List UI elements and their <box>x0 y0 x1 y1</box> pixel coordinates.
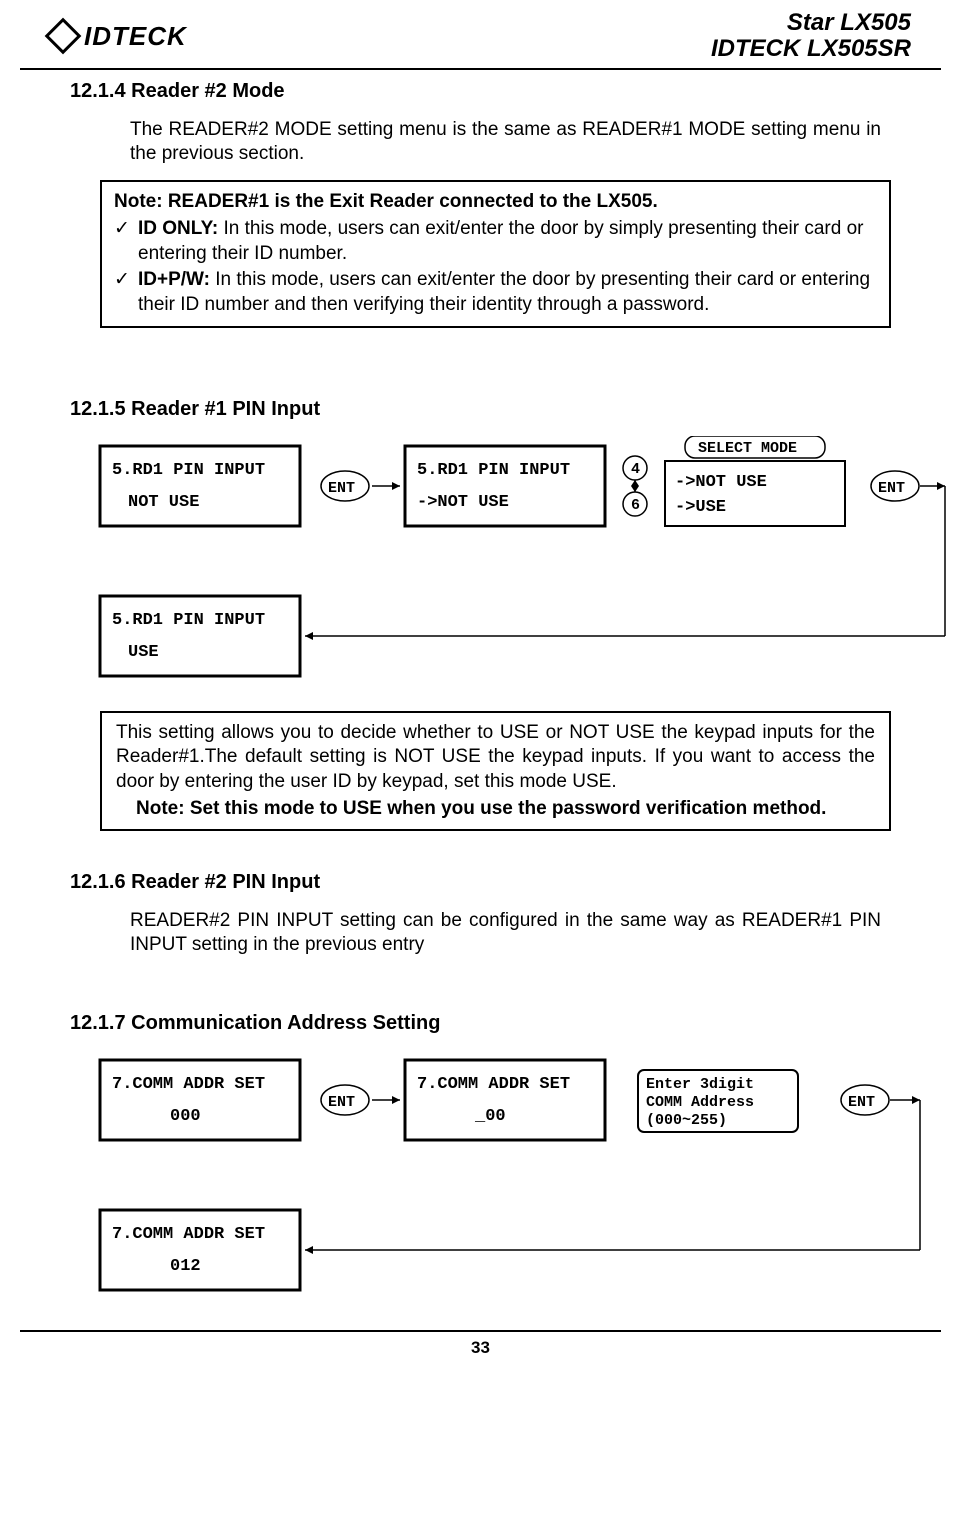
key-4: 4 <box>631 461 640 478</box>
note-box-pin-input: This setting allows you to decide whethe… <box>100 711 891 832</box>
logo-left-text: IDTECK <box>84 21 187 52</box>
hint-l3: (000~255) <box>646 1112 727 1129</box>
ent-button-1: ENT <box>328 480 355 497</box>
logo-left: IDTECK <box>50 21 187 52</box>
diagram-comm-addr: 7.COMM ADDR SET 000 ENT 7.COMM ADDR SET … <box>90 1050 891 1310</box>
lcd-c-box1-l1: 7.COMM ADDR SET <box>112 1075 265 1094</box>
diagram-pin-input: 5.RD1 PIN INPUT NOT USE ENT 5.RD1 PIN IN… <box>90 436 891 696</box>
id-only-desc: In this mode, users can exit/enter the d… <box>138 218 864 264</box>
check-icon: ✓ <box>114 217 138 266</box>
lcd-box3-l1: 5.RD1 PIN INPUT <box>112 611 265 630</box>
page-number: 33 <box>471 1338 490 1357</box>
note-box-reader1: Note: READER#1 is the Exit Reader connec… <box>100 180 891 327</box>
heading-12-1-6: 12.1.6 Reader #2 PIN Input <box>70 871 911 894</box>
heading-12-1-4: 12.1.4 Reader #2 Mode <box>70 80 911 103</box>
id-pw-label: ID+P/W: <box>138 269 215 290</box>
logo-right-line1: Star LX505 <box>711 10 911 36</box>
ent-button-2: ENT <box>878 480 905 497</box>
select-mode-label: SELECT MODE <box>698 440 797 457</box>
note-pin-bold: Note: Set this mode to USE when you use … <box>136 797 875 822</box>
ent-button-c2: ENT <box>848 1094 875 1111</box>
lcd-c-box2-l1: 7.COMM ADDR SET <box>417 1075 570 1094</box>
page-header: IDTECK Star LX505 IDTECK LX505SR <box>20 0 941 70</box>
hint-l1: Enter 3digit <box>646 1076 754 1093</box>
body-12-1-6: READER#2 PIN INPUT setting can be config… <box>130 909 881 957</box>
hint-l2: COMM Address <box>646 1094 754 1111</box>
lcd-box1-l1: 5.RD1 PIN INPUT <box>112 461 265 480</box>
logo-right: Star LX505 IDTECK LX505SR <box>711 10 911 63</box>
key-6: 6 <box>631 497 640 514</box>
logo-right-line2: IDTECK LX505SR <box>711 36 911 62</box>
lcd-c-box1-l2: 000 <box>170 1107 201 1126</box>
check-icon: ✓ <box>114 268 138 317</box>
page-footer: 33 <box>20 1330 941 1364</box>
diamond-icon <box>45 18 82 55</box>
opt-use: ->USE <box>675 498 726 517</box>
lcd-c-box3-l2: 012 <box>170 1257 201 1276</box>
lcd-box3-l2: USE <box>128 643 159 662</box>
note-pin-body: This setting allows you to decide whethe… <box>116 722 875 792</box>
opt-not-use: ->NOT USE <box>675 473 767 492</box>
body-12-1-4: The READER#2 MODE setting menu is the sa… <box>130 118 881 166</box>
id-pw-desc: In this mode, users can exit/enter the d… <box>138 269 870 315</box>
lcd-c-box2-l2: _00 <box>474 1107 506 1126</box>
id-only-label: ID ONLY: <box>138 218 224 239</box>
heading-12-1-7: 12.1.7 Communication Address Setting <box>70 1012 911 1035</box>
lcd-box1-l2: NOT USE <box>128 493 199 512</box>
lcd-c-box3-l1: 7.COMM ADDR SET <box>112 1225 265 1244</box>
heading-12-1-5: 12.1.5 Reader #1 PIN Input <box>70 398 911 421</box>
ent-button-c1: ENT <box>328 1094 355 1111</box>
note-title: Note: READER#1 is the Exit Reader connec… <box>114 190 877 215</box>
lcd-box2-l2: ->NOT USE <box>417 493 509 512</box>
lcd-box2-l1: 5.RD1 PIN INPUT <box>417 461 570 480</box>
